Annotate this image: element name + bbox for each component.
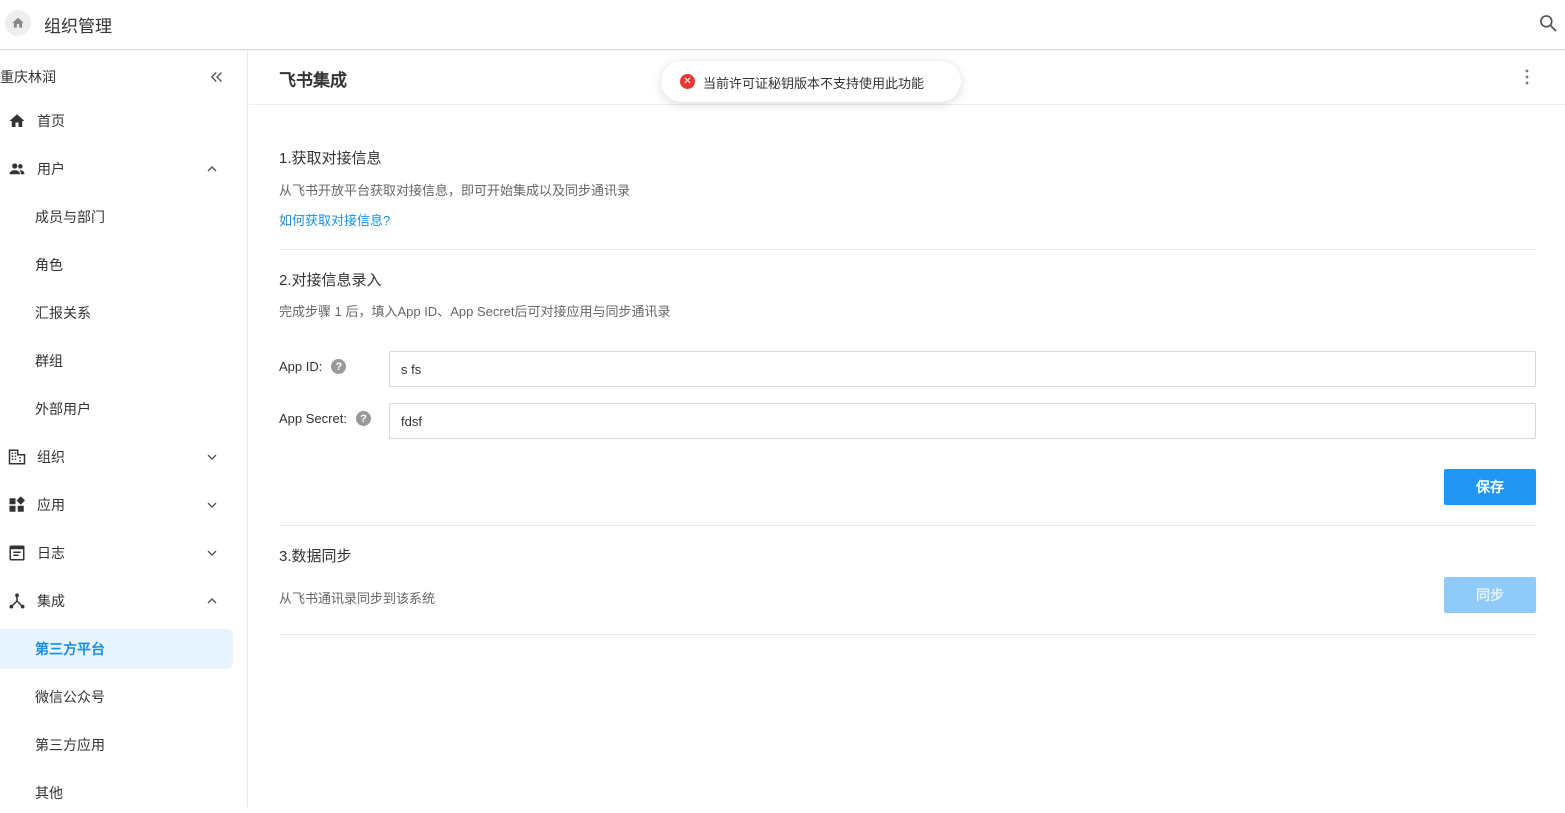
divider (279, 249, 1536, 250)
sidebar-item-label: 第三方应用 (35, 737, 105, 753)
chevron-down-icon (207, 454, 217, 460)
sidebar-item-label: 应用 (37, 497, 65, 513)
collapse-sidebar-button[interactable] (208, 68, 226, 86)
app-secret-input[interactable] (389, 403, 1536, 439)
sidebar-item-roles[interactable]: 角色 (0, 245, 248, 285)
page-title: 飞书集成 (279, 71, 347, 90)
sidebar-item-label: 集成 (37, 593, 65, 609)
sidebar-item-apps[interactable]: 应用 (0, 485, 248, 525)
sidebar-item-label: 微信公众号 (35, 689, 105, 705)
error-toast: ✕ 当前许可证秘钥版本不支持使用此功能 (661, 61, 961, 102)
sidebar: 重庆林润 首页 用户 成员与部门 角色 汇报关系 群组 外部用户 组织 应用 日… (0, 51, 248, 807)
sidebar-item-groups[interactable]: 群组 (0, 341, 248, 381)
sidebar-item-label: 角色 (35, 257, 63, 273)
app-secret-label: App Secret: ? (279, 411, 371, 426)
question-icon[interactable]: ? (355, 411, 371, 426)
sidebar-item-users[interactable]: 用户 (0, 149, 248, 189)
sidebar-item-organization[interactable]: 组织 (0, 437, 248, 477)
section-desc-data-sync: 从飞书通讯录同步到该系统 (279, 591, 436, 606)
chevron-down-icon (207, 502, 217, 508)
search-button[interactable] (1538, 13, 1560, 35)
chevron-up-icon (207, 166, 217, 172)
sidebar-item-third-party-apps[interactable]: 第三方应用 (0, 725, 248, 765)
more-button[interactable] (1519, 67, 1535, 87)
error-circle-icon: ✕ (680, 74, 695, 89)
chevron-up-icon (207, 598, 217, 604)
sidebar-item-label: 成员与部门 (35, 209, 105, 225)
app-title: 组织管理 (44, 17, 112, 36)
integration-icon (9, 593, 25, 609)
section-title-data-sync: 3.数据同步 (279, 548, 352, 565)
sidebar-item-external-users[interactable]: 外部用户 (0, 389, 248, 429)
app-secret-label-text: App Secret: (279, 411, 347, 426)
app-id-label-text: App ID: (279, 359, 323, 374)
more-vertical-icon (1525, 69, 1529, 85)
sidebar-item-label: 用户 (37, 161, 65, 177)
search-icon (1540, 15, 1557, 32)
users-icon (9, 163, 25, 175)
sidebar-item-integration[interactable]: 集成 (0, 581, 248, 621)
main-content: 飞书集成 1.获取对接信息 从飞书开放平台获取对接信息，即可开始集成以及同步通讯… (249, 51, 1565, 807)
apps-icon (9, 496, 25, 512)
save-button[interactable]: 保存 (1444, 469, 1536, 505)
sync-button[interactable]: 同步 (1444, 577, 1536, 613)
home-icon (9, 114, 25, 127)
sidebar-item-label: 组织 (37, 449, 65, 465)
question-icon[interactable]: ? (331, 359, 347, 374)
divider (279, 525, 1536, 526)
home-icon (12, 17, 24, 28)
section-title-get-info: 1.获取对接信息 (279, 150, 382, 167)
sidebar-item-label: 汇报关系 (35, 305, 91, 321)
sidebar-item-label: 群组 (35, 353, 63, 369)
org-name: 重庆林润 (0, 69, 56, 85)
divider (279, 634, 1536, 635)
sidebar-item-reporting[interactable]: 汇报关系 (0, 293, 248, 333)
sidebar-item-third-party-platform[interactable]: 第三方平台 (0, 629, 233, 669)
sidebar-item-label: 首页 (37, 113, 65, 129)
toast-message: 当前许可证秘钥版本不支持使用此功能 (703, 76, 925, 91)
log-icon (9, 545, 25, 561)
app-id-label: App ID: ? (279, 359, 347, 374)
app-id-input[interactable] (389, 351, 1536, 387)
sidebar-item-logs[interactable]: 日志 (0, 533, 248, 573)
sidebar-item-other[interactable]: 其他 (0, 773, 248, 813)
top-bar: 组织管理 (0, 0, 1565, 50)
sidebar-item-home[interactable]: 首页 (0, 101, 248, 141)
sidebar-item-members-departments[interactable]: 成员与部门 (0, 197, 248, 237)
double-chevron-left-icon (210, 72, 222, 82)
building-icon (8, 449, 26, 465)
sidebar-item-label: 其他 (35, 785, 63, 801)
home-button[interactable] (5, 10, 31, 36)
chevron-down-icon (207, 550, 217, 556)
section-desc-enter-info: 完成步骤 1 后，填入App ID、App Secret后可对接应用与同步通讯录 (279, 304, 671, 319)
sidebar-item-wechat-official[interactable]: 微信公众号 (0, 677, 248, 717)
sidebar-item-label: 外部用户 (35, 401, 91, 417)
section-desc-get-info: 从飞书开放平台获取对接信息，即可开始集成以及同步通讯录 (279, 183, 631, 198)
sidebar-item-label: 第三方平台 (35, 641, 105, 657)
how-to-get-info-link[interactable]: 如何获取对接信息? (279, 210, 390, 229)
section-title-enter-info: 2.对接信息录入 (279, 272, 382, 289)
sidebar-item-label: 日志 (37, 545, 65, 561)
